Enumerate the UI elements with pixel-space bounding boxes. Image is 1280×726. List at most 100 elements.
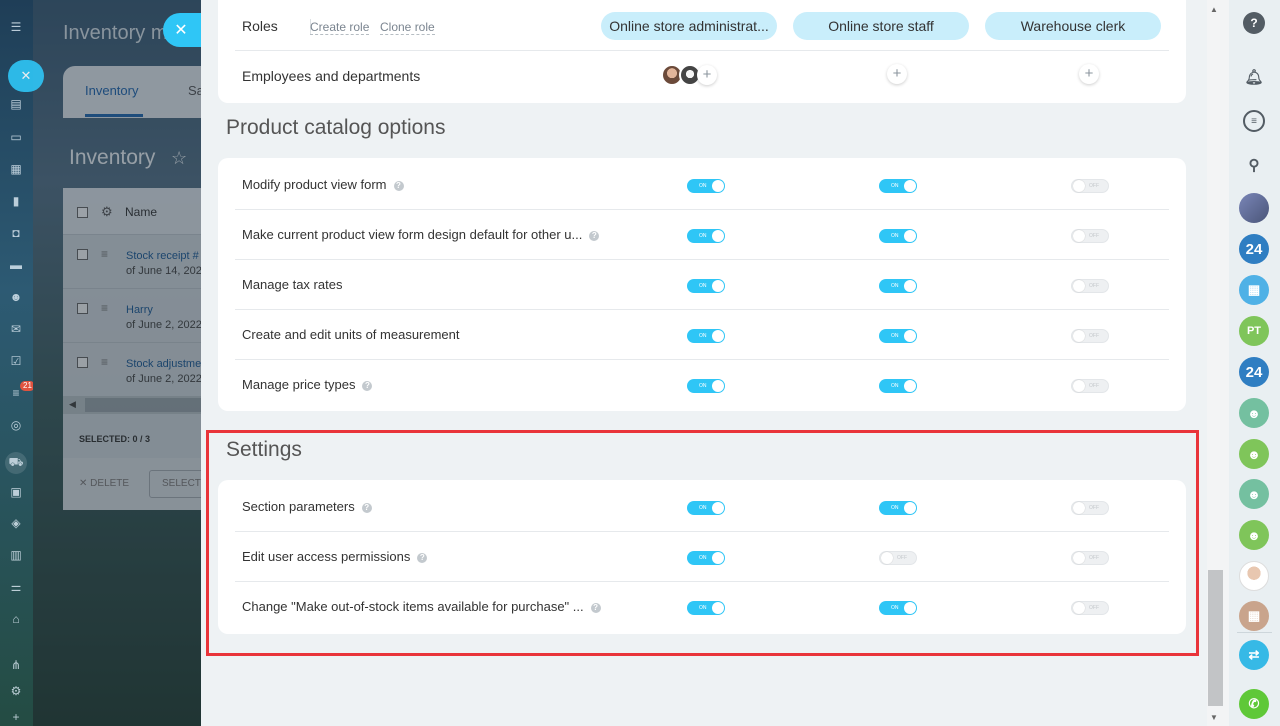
toggle-state: OFF xyxy=(1089,283,1099,289)
toggle[interactable]: OFF xyxy=(1071,379,1109,393)
bitrix24-icon[interactable]: 24 xyxy=(1239,234,1269,264)
avatar[interactable] xyxy=(1239,561,1269,591)
close-icon[interactable]: ✕ xyxy=(8,60,44,92)
toggle-state: ON xyxy=(699,283,707,289)
toggle[interactable]: OFF xyxy=(1071,601,1109,615)
divider xyxy=(1237,632,1272,633)
help-icon[interactable]: ? xyxy=(393,181,404,191)
toggle[interactable]: OFF xyxy=(879,551,917,565)
chat-icon[interactable]: ▭ xyxy=(8,130,24,144)
vertical-scrollbar[interactable]: ▲ ▼ xyxy=(1207,0,1229,726)
permission-row: Manage tax rates ON ON OFF xyxy=(235,260,1169,310)
toggle[interactable]: ON xyxy=(879,329,917,343)
toggle[interactable]: ON xyxy=(687,329,725,343)
plus-icon[interactable]: + xyxy=(8,710,24,724)
chat-icon[interactable]: ≡ xyxy=(1243,110,1265,132)
create-role-link[interactable]: Create role xyxy=(310,21,370,35)
right-sidebar: ? 🔔︎ ≡ ⚲ 24 ▦ PT 24 ☻ ☻ ☻ ☻ ▦ ⇄ ✆ xyxy=(1229,0,1280,726)
cart-icon[interactable]: ⛟ xyxy=(5,452,27,474)
permission-row: Manage price types? ON ON OFF xyxy=(235,360,1169,410)
toggle-state: ON xyxy=(891,233,899,239)
help-icon[interactable]: ? xyxy=(589,231,600,241)
scroll-up-icon[interactable]: ▲ xyxy=(1210,5,1218,14)
add-employee-icon[interactable]: + xyxy=(697,65,717,85)
toggle[interactable]: ON xyxy=(879,379,917,393)
add-employee-icon[interactable]: + xyxy=(1079,64,1099,84)
help-icon[interactable]: ? xyxy=(590,603,601,613)
toggle[interactable]: ON xyxy=(687,229,725,243)
toggle-state: OFF xyxy=(1089,505,1099,511)
drive-icon[interactable]: ▬ xyxy=(8,258,24,272)
robot-icon[interactable]: ◘ xyxy=(8,226,24,240)
group-icon[interactable]: ☻ xyxy=(1239,520,1269,550)
toggle[interactable]: ON xyxy=(687,601,725,615)
tasks-icon[interactable]: ☑ xyxy=(8,354,24,368)
bitrix24-icon[interactable]: 24 xyxy=(1239,357,1269,387)
toggle-state: ON xyxy=(891,283,899,289)
toggle[interactable]: OFF xyxy=(1071,329,1109,343)
building-icon[interactable]: ⌂ xyxy=(8,612,24,626)
help-icon[interactable]: ? xyxy=(362,381,373,391)
scroll-thumb[interactable] xyxy=(1208,570,1223,706)
store-icon[interactable]: ▥ xyxy=(8,548,24,562)
role-pill-administrator[interactable]: Online store administrat... xyxy=(601,12,777,40)
search-icon[interactable]: ⚲ xyxy=(1239,150,1269,180)
toggle[interactable]: ON xyxy=(879,229,917,243)
permission-label: Make current product view form design de… xyxy=(242,210,600,260)
permission-label: Edit user access permissions? xyxy=(242,532,428,582)
help-icon[interactable]: ? xyxy=(361,503,372,513)
avatar[interactable] xyxy=(1239,193,1269,223)
toggle[interactable]: OFF xyxy=(1071,279,1109,293)
sitemap-icon[interactable]: ⋔ xyxy=(8,658,24,672)
group-icon[interactable]: ☻ xyxy=(1239,479,1269,509)
permission-row: Section parameters? ON ON OFF xyxy=(235,482,1169,532)
help-icon[interactable]: ? xyxy=(417,553,428,563)
toggle[interactable]: ON xyxy=(687,551,725,565)
toggle-state: ON xyxy=(699,605,707,611)
calendar-icon[interactable]: ▦ xyxy=(1239,275,1269,305)
scroll-down-icon[interactable]: ▼ xyxy=(1210,713,1218,722)
document-icon[interactable]: ▮ xyxy=(8,194,24,208)
toggle[interactable]: ON xyxy=(687,379,725,393)
group-icon[interactable]: ☻ xyxy=(1239,439,1269,469)
bell-icon[interactable]: 🔔︎ xyxy=(1239,62,1269,92)
toggle-state: ON xyxy=(699,333,707,339)
toggle[interactable]: ON xyxy=(687,501,725,515)
help-icon[interactable]: ? xyxy=(1243,12,1265,34)
feed-icon[interactable]: ▤ xyxy=(8,97,24,111)
group-icon[interactable]: ☻ xyxy=(1239,398,1269,428)
toggle[interactable]: ON xyxy=(879,279,917,293)
add-employee-icon[interactable]: + xyxy=(887,64,907,84)
toggle[interactable]: ON xyxy=(879,179,917,193)
transfer-icon[interactable]: ⇄ xyxy=(1239,640,1269,670)
toggle-state: OFF xyxy=(1089,233,1099,239)
calendar-icon[interactable]: ▦ xyxy=(1239,601,1269,631)
target-icon[interactable]: ◎ xyxy=(8,418,24,432)
permission-label-text: Make current product view form design de… xyxy=(242,227,583,242)
toggle[interactable]: OFF xyxy=(1071,551,1109,565)
toggle[interactable]: ON xyxy=(687,179,725,193)
mail-icon[interactable]: ✉ xyxy=(8,322,24,336)
calendar-icon[interactable]: ▦ xyxy=(8,162,24,176)
toggle[interactable]: OFF xyxy=(1071,179,1109,193)
role-pill-warehouse[interactable]: Warehouse clerk xyxy=(985,12,1161,40)
clone-role-link[interactable]: Clone role xyxy=(380,21,435,35)
toggle[interactable]: OFF xyxy=(1071,229,1109,243)
phone-icon[interactable]: ✆ xyxy=(1239,689,1269,719)
box-icon[interactable]: ◈ xyxy=(8,516,24,530)
toggle[interactable]: ON xyxy=(879,601,917,615)
role-pill-staff[interactable]: Online store staff xyxy=(793,12,969,40)
avatar-initials[interactable]: PT xyxy=(1239,316,1269,346)
close-slider-button[interactable]: ✕ xyxy=(163,13,203,47)
toggle[interactable]: ON xyxy=(687,279,725,293)
sliders-icon[interactable]: ⚌ xyxy=(8,580,24,594)
menu-icon[interactable]: ☰ xyxy=(8,20,24,34)
gear-icon[interactable]: ⚙ xyxy=(8,684,24,698)
toggle[interactable]: OFF xyxy=(1071,501,1109,515)
toggle[interactable]: ON xyxy=(879,501,917,515)
permissions-panel: Roles Create role Clone role Online stor… xyxy=(201,0,1207,726)
contact-card-icon[interactable]: ▣ xyxy=(8,485,24,499)
toggle-state: ON xyxy=(891,505,899,511)
permission-row: Edit user access permissions? ON OFF OFF xyxy=(235,532,1169,582)
users-icon[interactable]: ☻ xyxy=(8,290,24,304)
